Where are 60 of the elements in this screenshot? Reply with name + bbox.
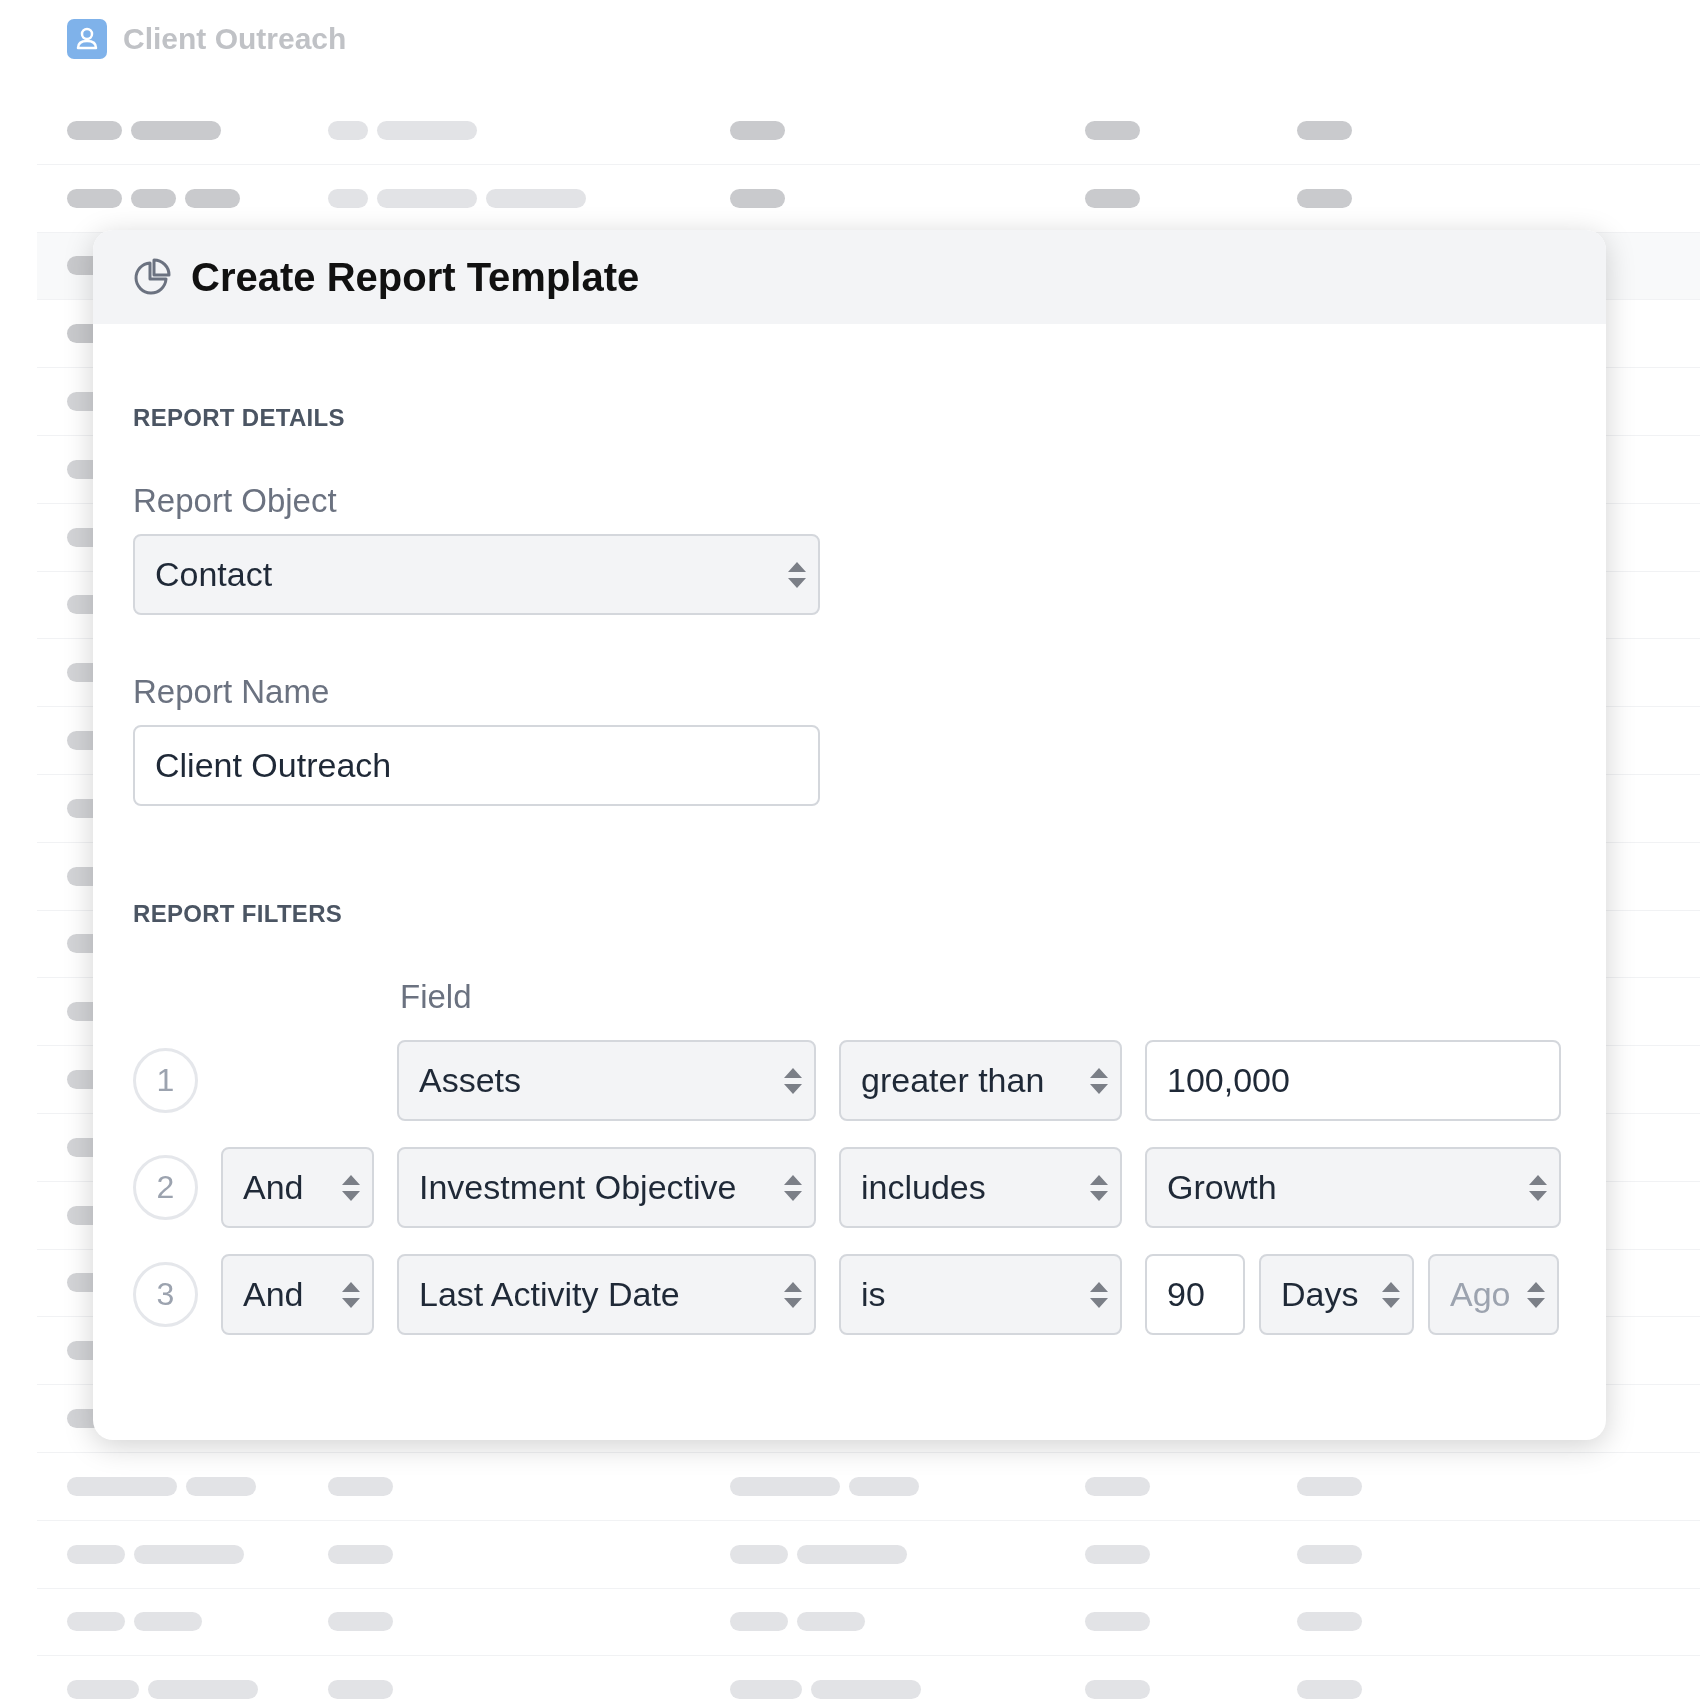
placeholder-bar <box>328 188 368 208</box>
placeholder-bar <box>1085 1476 1150 1496</box>
section-heading: REPORT DETAILS <box>133 404 346 432</box>
placeholder-bar <box>67 1612 125 1632</box>
placeholder-bar <box>328 1612 393 1632</box>
person-icon <box>67 18 107 59</box>
section-heading: REPORT FILTERS <box>133 900 344 928</box>
field-select[interactable]: Assets <box>397 1040 816 1121</box>
field-label: Report Object <box>133 482 338 520</box>
conjunction-select[interactable]: And <box>221 1254 374 1335</box>
amount-field[interactable]: 90 <box>1145 1254 1245 1335</box>
field-select[interactable]: Investment Objective <box>397 1147 816 1228</box>
placeholder-bar <box>134 1612 202 1632</box>
placeholder-bar <box>1085 120 1140 140</box>
dialog-title: Create Report Template <box>191 254 640 300</box>
placeholder-bar <box>797 1612 865 1632</box>
placeholder-bar <box>185 188 240 208</box>
placeholder-bar <box>730 188 785 208</box>
placeholder-bar <box>730 120 785 140</box>
placeholder-bar <box>328 120 368 140</box>
value-select[interactable]: Growth <box>1145 1147 1561 1228</box>
placeholder-bar <box>186 1476 256 1496</box>
placeholder-bar <box>328 1544 393 1564</box>
placeholder-bar <box>730 1612 788 1632</box>
value-field[interactable]: 100,000 <box>1145 1040 1561 1121</box>
placeholder-bar <box>1297 188 1352 208</box>
unit-select[interactable]: Days <box>1259 1254 1414 1335</box>
placeholder-bar <box>730 1544 788 1564</box>
field-select[interactable]: Last Activity Date <box>397 1254 816 1335</box>
column-header: Field <box>400 978 473 1016</box>
operator-select[interactable]: greater than <box>839 1040 1122 1121</box>
pie-chart-icon <box>133 258 171 296</box>
placeholder-bar <box>1085 1544 1150 1564</box>
placeholder-bar <box>67 1544 125 1564</box>
placeholder-bar <box>1297 120 1352 140</box>
placeholder-bar <box>131 188 176 208</box>
placeholder-bar <box>1297 1476 1362 1496</box>
operator-select[interactable]: is <box>839 1254 1122 1335</box>
row-number: 2 <box>133 1155 198 1220</box>
row-number: 1 <box>133 1048 198 1113</box>
placeholder-bar <box>1085 1680 1150 1700</box>
name-field[interactable]: Client Outreach <box>133 725 820 806</box>
placeholder-bar <box>849 1476 919 1496</box>
object-select[interactable]: Contact <box>133 534 820 615</box>
placeholder-bar <box>1297 1612 1362 1632</box>
placeholder-bar <box>67 1680 139 1700</box>
placeholder-bar <box>1085 1612 1150 1632</box>
placeholder-bar <box>67 120 122 140</box>
placeholder-bar <box>67 188 122 208</box>
conjunction-select[interactable]: And <box>221 1147 374 1228</box>
placeholder-bar <box>730 1680 802 1700</box>
page-title: Client Outreach <box>123 21 347 56</box>
placeholder-bar <box>1085 188 1140 208</box>
placeholder-bar <box>1297 1680 1362 1700</box>
placeholder-bar <box>328 1680 393 1700</box>
field-label: Report Name <box>133 673 331 711</box>
row-number: 3 <box>133 1262 198 1327</box>
placeholder-bar <box>1297 1544 1362 1564</box>
operator-select[interactable]: includes <box>839 1147 1122 1228</box>
placeholder-bar <box>328 1476 393 1496</box>
